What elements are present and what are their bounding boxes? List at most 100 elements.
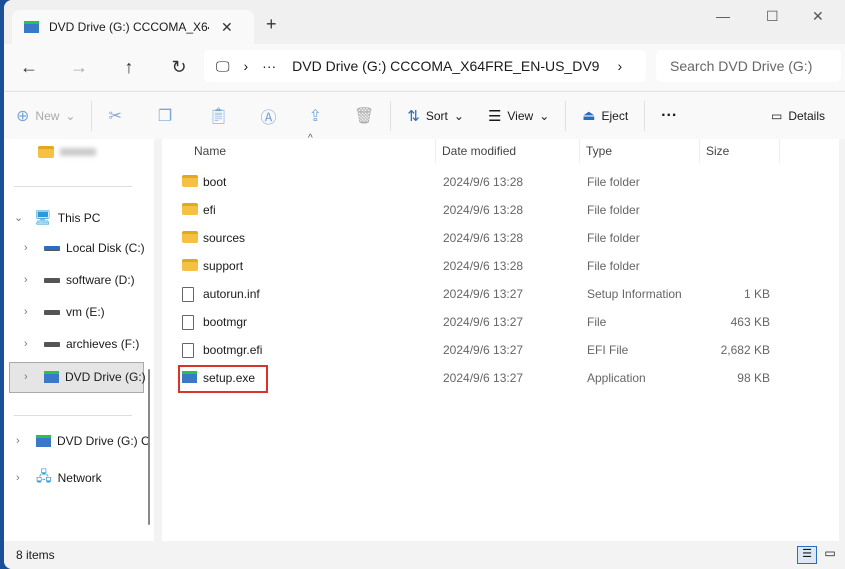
file-name: support	[203, 259, 244, 273]
file-date: 2024/9/6 13:27	[443, 315, 524, 329]
sidebar-item-label: software (D:)	[66, 273, 135, 287]
close-tab-icon[interactable]: ✕	[221, 19, 233, 36]
sidebar-item-vm-e[interactable]: › vm (E:)	[24, 305, 105, 319]
drive-icon	[44, 277, 60, 283]
file-icon	[182, 287, 194, 302]
eject-icon: ⏏	[582, 107, 596, 123]
file-row[interactable]: bootmgr.efi 2024/9/6 13:27 EFI File 2,68…	[176, 338, 836, 362]
file-list: ^ Name Date modified Type Size boot 2024…	[162, 133, 839, 541]
chevron-right-icon: ›	[243, 58, 249, 74]
sidebar-item-dvd-drive-root[interactable]: › DVD Drive (G:) C	[16, 434, 150, 448]
column-header-name[interactable]: Name	[188, 139, 436, 163]
up-button[interactable]: ↑	[104, 57, 154, 78]
delete-button[interactable]: 🗑︎	[342, 106, 386, 126]
copy-button[interactable]: ❐	[146, 106, 184, 126]
sidebar-item-this-pc[interactable]: ⌄ 🖥︎ This PC	[14, 209, 100, 226]
file-row[interactable]: boot 2024/9/6 13:28 File folder	[176, 170, 836, 194]
file-date: 2024/9/6 13:27	[443, 343, 524, 357]
new-label: New	[35, 108, 60, 123]
rename-button[interactable]: Ⓐ	[249, 104, 289, 128]
file-date: 2024/9/6 13:27	[443, 371, 524, 385]
file-type: File folder	[587, 203, 640, 217]
forward-button[interactable]: →	[54, 57, 104, 78]
new-tab-button[interactable]: +	[266, 14, 277, 35]
file-name: bootmgr	[203, 315, 248, 329]
folder-icon	[182, 203, 198, 215]
command-bar: ⊕ New ⌄ ✂ ❐ 📋︎ Ⓐ ⇪ 🗑︎ ⇅ Sort ⌄ ☰ View ⌄ ⏏ Ej…	[4, 91, 845, 139]
file-icon	[182, 343, 194, 358]
chevron-right-icon: ›	[24, 274, 28, 286]
file-size: 1 KB	[743, 287, 770, 301]
new-button[interactable]: ⊕ New ⌄	[4, 106, 87, 126]
column-header-size[interactable]: Size	[700, 139, 780, 163]
sort-label: Sort	[425, 108, 448, 123]
sidebar-item-local-disk-c[interactable]: › Local Disk (C:)	[24, 241, 145, 255]
file-row[interactable]: sources 2024/9/6 13:28 File folder	[176, 226, 836, 250]
monitor-icon: 🖵	[216, 57, 230, 74]
copy-icon: ❐	[157, 107, 173, 125]
file-name: autorun.inf	[203, 287, 260, 301]
divider	[91, 100, 93, 131]
sidebar-item-archieves-f[interactable]: › archieves (F:)	[24, 337, 139, 351]
quick-access-folder[interactable]	[38, 146, 96, 158]
file-row[interactable]: setup.exe 2024/9/6 13:27 Application 98 …	[176, 366, 836, 390]
refresh-button[interactable]: ↻	[154, 57, 204, 78]
sidebar-item-label: vm (E:)	[66, 305, 105, 319]
file-icon	[182, 315, 194, 330]
navigation-bar: ← → ↑ ↻ 🖵 › ··· DVD Drive (G:) CCCOMA_X6…	[4, 44, 845, 90]
file-row[interactable]: autorun.inf 2024/9/6 13:27 Setup Informa…	[176, 282, 836, 306]
item-count: 8 items	[16, 548, 55, 562]
trash-icon: 🗑︎	[353, 107, 375, 125]
clipboard-icon: 📋︎	[208, 107, 229, 125]
file-type: Setup Information	[587, 287, 682, 301]
file-name: sources	[203, 231, 246, 245]
sidebar-item-dvd-drive-g[interactable]: › DVD Drive (G:)	[24, 370, 146, 384]
file-type: File folder	[587, 231, 640, 245]
sidebar-item-software-d[interactable]: › software (D:)	[24, 273, 135, 287]
file-row[interactable]: support 2024/9/6 13:28 File folder	[176, 254, 836, 278]
eject-button[interactable]: ⏏ Eject	[570, 107, 640, 124]
sidebar-scrollbar[interactable]	[148, 369, 150, 525]
folder-icon	[182, 231, 198, 243]
eject-label: Eject	[601, 108, 629, 123]
minimize-button[interactable]: —	[716, 8, 730, 24]
plus-circle-icon: ⊕	[16, 107, 30, 125]
paste-button[interactable]: 📋︎	[196, 106, 240, 126]
monitor-icon: 🖥︎	[34, 209, 52, 225]
breadcrumb-overflow[interactable]: ···	[262, 58, 276, 74]
dvd-drive-icon	[36, 435, 51, 447]
rename-icon: Ⓐ	[260, 109, 277, 127]
sidebar-item-network[interactable]: › 🖧 Network	[16, 466, 102, 490]
dvd-drive-icon	[24, 21, 39, 33]
tab-dvd-drive[interactable]: DVD Drive (G:) CCCOMA_X64F ✕	[12, 10, 254, 44]
chevron-right-icon: ›	[617, 58, 623, 74]
divider	[565, 100, 567, 131]
sort-button[interactable]: ⇅ Sort ⌄	[395, 107, 476, 125]
address-bar[interactable]: 🖵 › ··· DVD Drive (G:) CCCOMA_X64FRE_EN-…	[204, 50, 646, 82]
details-button[interactable]: ▭ Details	[759, 109, 837, 123]
large-icons-view-button[interactable]: ▭	[821, 546, 839, 564]
file-row[interactable]: bootmgr 2024/9/6 13:27 File 463 KB	[176, 310, 836, 334]
search-input[interactable]: Search DVD Drive (G:)	[656, 50, 841, 82]
sidebar-item-label: archieves (F:)	[66, 337, 140, 351]
folder-icon	[182, 175, 198, 187]
cut-button[interactable]: ✂	[96, 106, 133, 126]
file-name: bootmgr.efi	[203, 343, 263, 357]
setup-exe-highlight-box	[178, 365, 268, 393]
back-button[interactable]: ←	[4, 57, 54, 78]
divider	[390, 100, 392, 131]
share-button[interactable]: ⇪	[297, 106, 334, 126]
file-row[interactable]: efi 2024/9/6 13:28 File folder	[176, 198, 836, 222]
file-type: File folder	[587, 175, 640, 189]
more-options-button[interactable]: ···	[649, 107, 689, 125]
maximize-button[interactable]: ☐	[766, 8, 779, 25]
details-view-button[interactable]: ☰	[797, 546, 817, 564]
file-type: Application	[587, 371, 646, 385]
close-window-button[interactable]: ✕	[812, 8, 824, 25]
breadcrumb-current[interactable]: DVD Drive (G:) CCCOMA_X64FRE_EN-US_DV9	[292, 58, 599, 74]
view-button[interactable]: ☰ View ⌄	[476, 107, 561, 125]
column-header-date[interactable]: Date modified	[436, 139, 580, 163]
column-header-type[interactable]: Type	[580, 139, 700, 163]
blurred-label	[60, 148, 96, 156]
file-size: 98 KB	[737, 371, 770, 385]
